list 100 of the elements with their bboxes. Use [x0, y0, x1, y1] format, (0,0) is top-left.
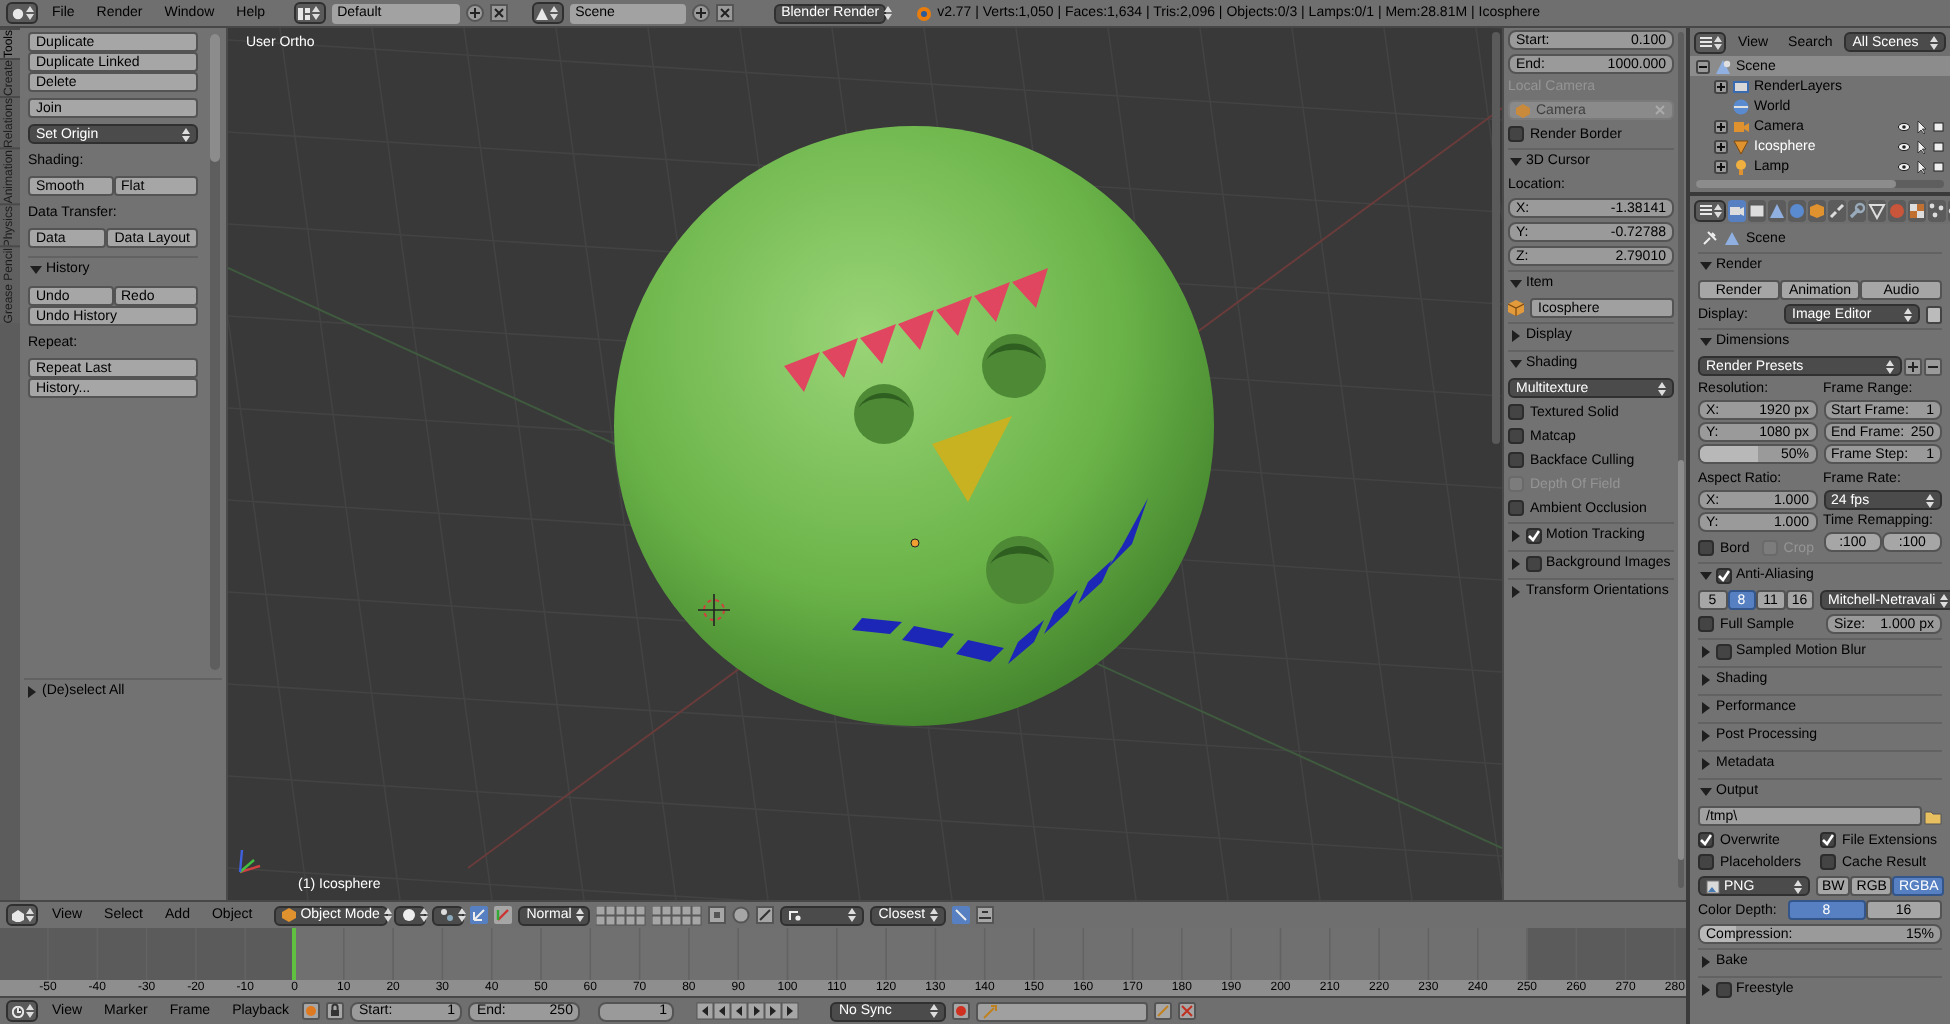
snap-element-dropdown[interactable]: [780, 905, 865, 925]
playback-controls-icon[interactable]: [696, 1002, 801, 1020]
delete-keyframe-icon[interactable]: [1178, 1002, 1197, 1020]
checkbox[interactable]: [1508, 428, 1524, 444]
remove-icon[interactable]: [1924, 357, 1942, 375]
properties-tab[interactable]: [1908, 199, 1926, 221]
manipulator-icon[interactable]: [470, 906, 489, 924]
dots-icon: [1928, 201, 1946, 219]
up-down-arrows-icon: [1930, 35, 1938, 49]
snap-icon[interactable]: [756, 906, 775, 924]
scrollbar[interactable]: [210, 34, 220, 670]
disclosure-triangle-icon[interactable]: [1700, 335, 1712, 347]
up-down-arrows-icon: [1794, 879, 1802, 893]
add-icon[interactable]: [691, 4, 710, 22]
checkbox[interactable]: [1716, 981, 1732, 997]
lock-icon[interactable]: [326, 1002, 345, 1020]
visibility-toggles-icon[interactable]: [1898, 159, 1946, 173]
layer-grid-icon[interactable]: [596, 905, 647, 925]
disclosure-triangle-icon[interactable]: [30, 263, 42, 275]
disclosure-triangle-icon[interactable]: [1700, 729, 1712, 741]
disclosure-triangle-icon[interactable]: [26, 685, 38, 697]
properties-tab[interactable]: [1828, 199, 1846, 221]
checkbox[interactable]: [1716, 567, 1732, 583]
properties-tab[interactable]: [1808, 199, 1826, 221]
expand-toggle-icon[interactable]: [1696, 59, 1710, 73]
3d-cursor-icon[interactable]: [698, 594, 730, 626]
editor-type-button[interactable]: [293, 2, 326, 24]
properties-tab[interactable]: [1728, 199, 1746, 221]
properties-tab[interactable]: [1768, 199, 1786, 221]
add-icon[interactable]: [465, 4, 484, 22]
visibility-toggles-icon[interactable]: [1898, 139, 1946, 153]
editor-type-button[interactable]: [6, 2, 38, 24]
expand-toggle-icon[interactable]: [1714, 139, 1728, 153]
checkbox[interactable]: [1698, 854, 1714, 870]
disclosure-triangle-icon[interactable]: [1510, 585, 1522, 597]
pivot-dropdown[interactable]: [432, 905, 465, 925]
checkbox[interactable]: [1716, 643, 1732, 659]
checkbox[interactable]: [1820, 854, 1836, 870]
properties-tab[interactable]: [1848, 199, 1866, 221]
disclosure-triangle-icon[interactable]: [1510, 529, 1522, 541]
checkbox[interactable]: [1508, 500, 1524, 516]
checkbox[interactable]: [1526, 555, 1542, 571]
pin-icon[interactable]: [1702, 230, 1718, 246]
insert-keyframe-icon[interactable]: [1154, 1002, 1173, 1020]
expand-toggle-icon[interactable]: [1714, 79, 1728, 93]
disclosure-triangle-icon[interactable]: [1510, 329, 1522, 341]
disclosure-triangle-icon[interactable]: [1700, 569, 1712, 581]
checkbox[interactable]: [1508, 452, 1524, 468]
disclosure-triangle-icon[interactable]: [1510, 155, 1522, 167]
opengl-render-icon[interactable]: [976, 906, 995, 924]
checkbox[interactable]: [1526, 527, 1542, 543]
checkbox[interactable]: [1698, 832, 1714, 848]
layer-grid-icon[interactable]: [652, 905, 703, 925]
editor-type-button[interactable]: [531, 2, 564, 24]
render-preview-icon[interactable]: [952, 906, 971, 924]
disclosure-triangle-icon[interactable]: [1510, 277, 1522, 289]
properties-tab[interactable]: [1748, 199, 1766, 221]
checkbox[interactable]: [1508, 404, 1524, 420]
disclosure-triangle-icon[interactable]: [1700, 259, 1712, 271]
camera-icon: [1732, 117, 1750, 135]
disclosure-triangle-icon[interactable]: [1700, 983, 1712, 995]
visibility-toggles-icon[interactable]: [1898, 119, 1946, 133]
disclosure-triangle-icon[interactable]: [1700, 645, 1712, 657]
scrollbar[interactable]: [1678, 32, 1684, 888]
checkbox[interactable]: [1698, 616, 1714, 632]
keying-set-field[interactable]: [976, 1001, 1149, 1021]
close-icon[interactable]: [715, 4, 734, 22]
disclosure-triangle-icon[interactable]: [1510, 357, 1522, 369]
sphere-face-drawing[interactable]: [614, 126, 1214, 726]
expand-toggle-icon[interactable]: [1714, 159, 1728, 173]
disclosure-triangle-icon[interactable]: [1700, 785, 1712, 797]
properties-tab[interactable]: [1868, 199, 1886, 221]
up-down-arrows-icon: [25, 6, 33, 20]
lightbulb-icon: [1732, 157, 1750, 175]
editor-type-button[interactable]: [1694, 199, 1726, 221]
up-down-arrows-icon: [182, 127, 190, 141]
globe-icon: [1732, 97, 1750, 115]
layers-icon[interactable]: [708, 906, 727, 924]
disclosure-triangle-icon[interactable]: [1700, 701, 1712, 713]
folder-icon[interactable]: [1924, 807, 1942, 825]
shading-dropdown[interactable]: [394, 905, 427, 925]
checkbox[interactable]: [1820, 832, 1836, 848]
render-slot-icon[interactable]: [1926, 305, 1942, 323]
disclosure-triangle-icon[interactable]: [1510, 557, 1522, 569]
editor-type-button[interactable]: [6, 904, 38, 926]
properties-tab[interactable]: [1928, 199, 1946, 221]
checkbox[interactable]: [1698, 540, 1714, 556]
add-icon[interactable]: [1904, 357, 1922, 375]
close-icon[interactable]: [489, 4, 508, 22]
disclosure-triangle-icon[interactable]: [1700, 757, 1712, 769]
disclosure-triangle-icon[interactable]: [1700, 673, 1712, 685]
transform-icon[interactable]: [494, 906, 513, 924]
editor-type-button[interactable]: [1694, 31, 1726, 53]
checkbox[interactable]: [1508, 126, 1524, 142]
proportional-edit-icon[interactable]: [732, 906, 751, 924]
record-icon[interactable]: [952, 1002, 971, 1020]
clock-icon[interactable]: [302, 1002, 321, 1020]
editor-type-button[interactable]: [6, 1000, 38, 1022]
disclosure-triangle-icon[interactable]: [1700, 955, 1712, 967]
expand-toggle-icon[interactable]: [1714, 119, 1728, 133]
